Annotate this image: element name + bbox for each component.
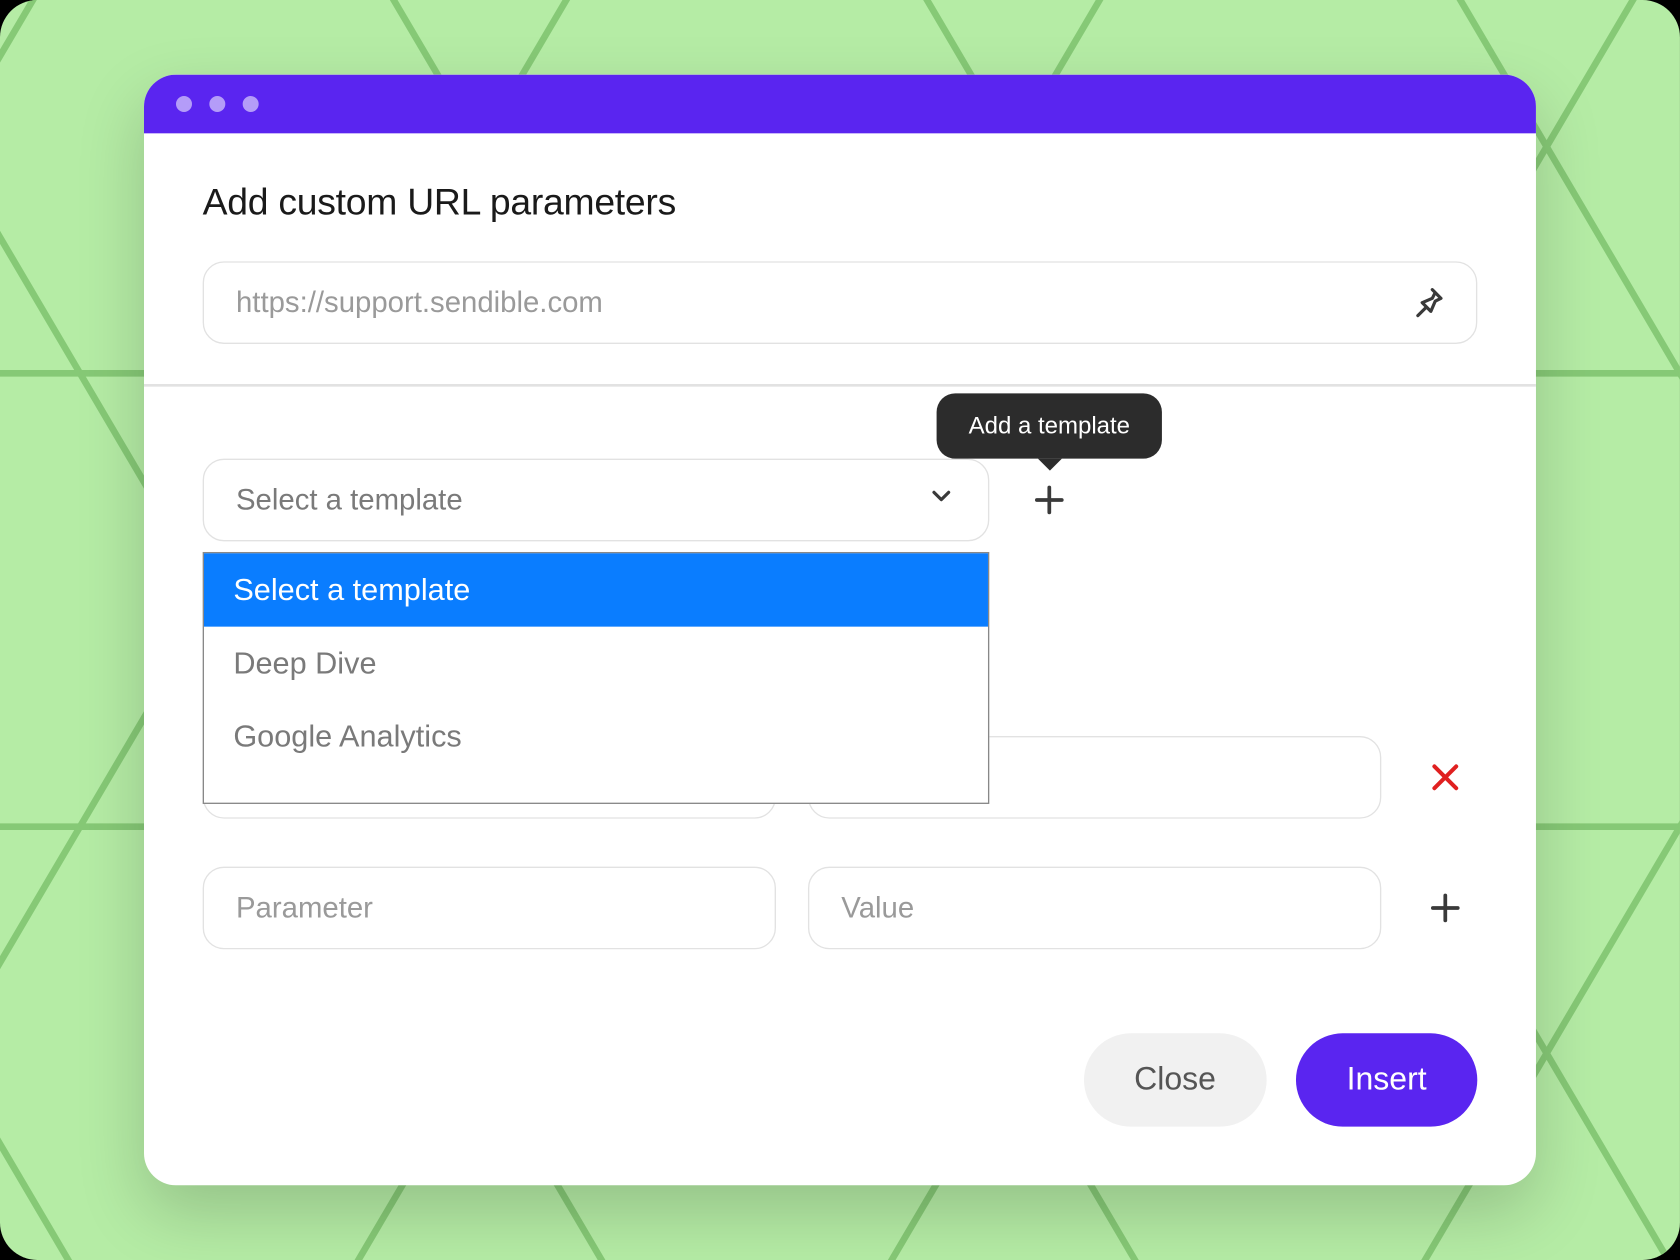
window-control-dot[interactable] [209,96,225,112]
dialog-title: Add custom URL parameters [144,181,1536,261]
template-select[interactable]: Select a template [203,458,990,541]
value-input[interactable] [808,866,1381,949]
chevron-down-icon [927,481,956,518]
insert-button[interactable]: Insert [1296,1033,1477,1126]
template-option-deep-dive[interactable]: Deep Dive [204,626,988,699]
parameter-row [203,866,1478,949]
url-input[interactable] [203,261,1478,344]
tooltip: Add a template [937,393,1162,458]
window-title-bar [144,75,1536,134]
window-control-dot[interactable] [176,96,192,112]
parameter-input[interactable] [203,866,776,949]
remove-row-button[interactable] [1413,758,1477,795]
add-row-button[interactable] [1413,889,1477,926]
url-parameters-dialog: Add custom URL parameters Select a templ… [144,75,1536,1186]
template-option-google-analytics[interactable]: Google Analytics [204,699,988,772]
add-template-button[interactable]: Add a template [1027,477,1072,522]
window-control-dot[interactable] [243,96,259,112]
pin-icon[interactable] [1405,280,1450,325]
template-dropdown[interactable]: Select a template Deep Dive Google Analy… [203,551,990,803]
template-select-value: Select a template [236,482,463,517]
close-button[interactable]: Close [1083,1033,1266,1126]
template-option-placeholder[interactable]: Select a template [204,553,988,626]
